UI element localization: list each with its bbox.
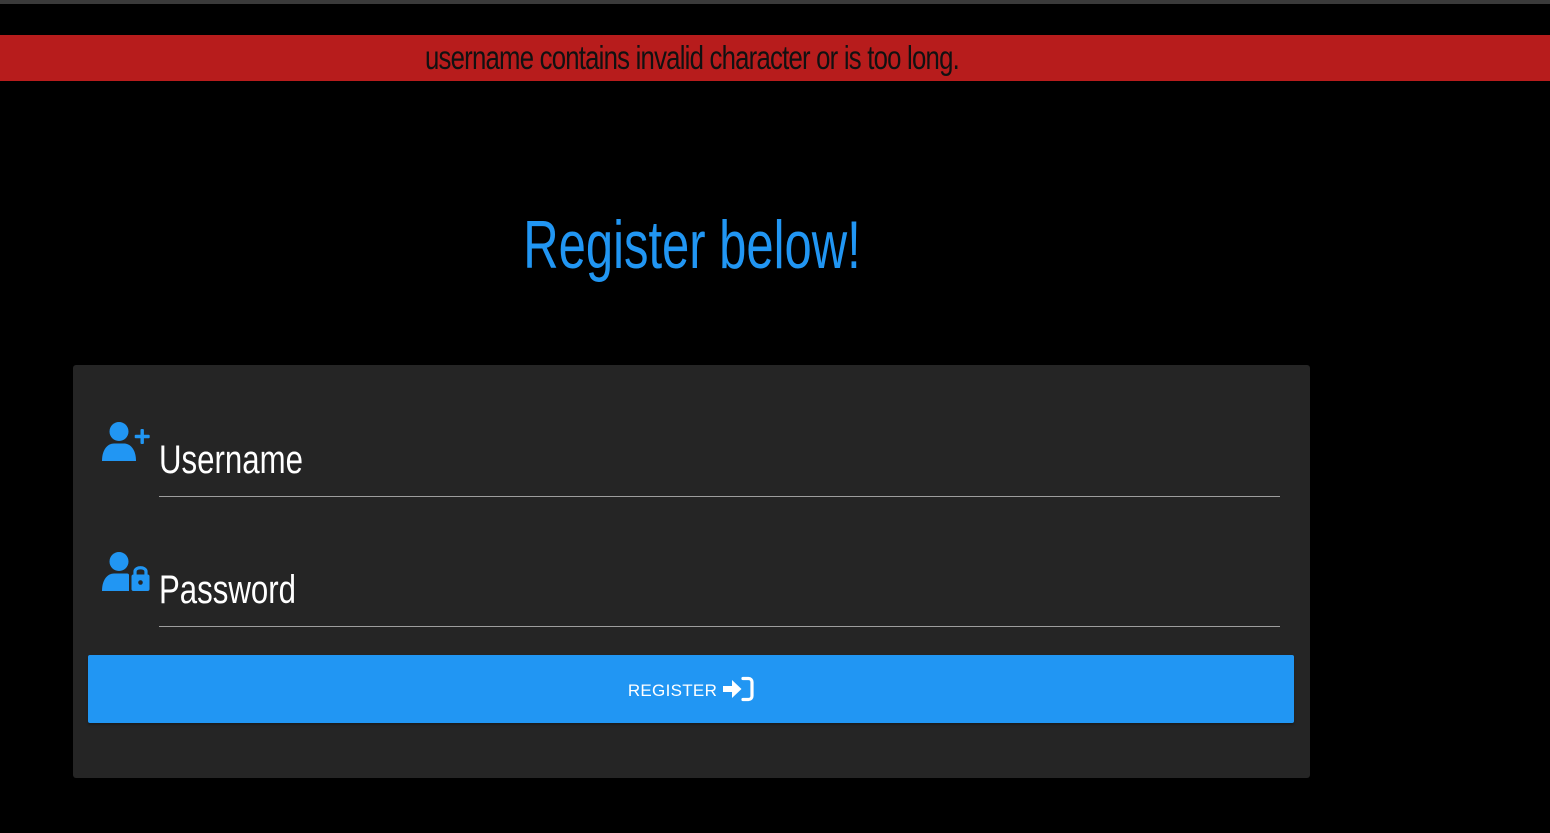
- top-border: [0, 0, 1550, 4]
- page-title: Register below!: [523, 207, 861, 283]
- user-lock-icon: [102, 552, 150, 591]
- error-message: username contains invalid character or i…: [425, 39, 960, 76]
- register-button-label: REGISTER: [627, 681, 718, 700]
- register-form: Username Password REGISTER: [73, 365, 1310, 778]
- sign-in-icon: [723, 676, 754, 702]
- register-button[interactable]: REGISTER: [88, 655, 1294, 723]
- password-field: Password: [73, 365, 1310, 627]
- error-banner: username contains invalid character or i…: [0, 35, 1550, 81]
- password-input[interactable]: [159, 570, 1280, 627]
